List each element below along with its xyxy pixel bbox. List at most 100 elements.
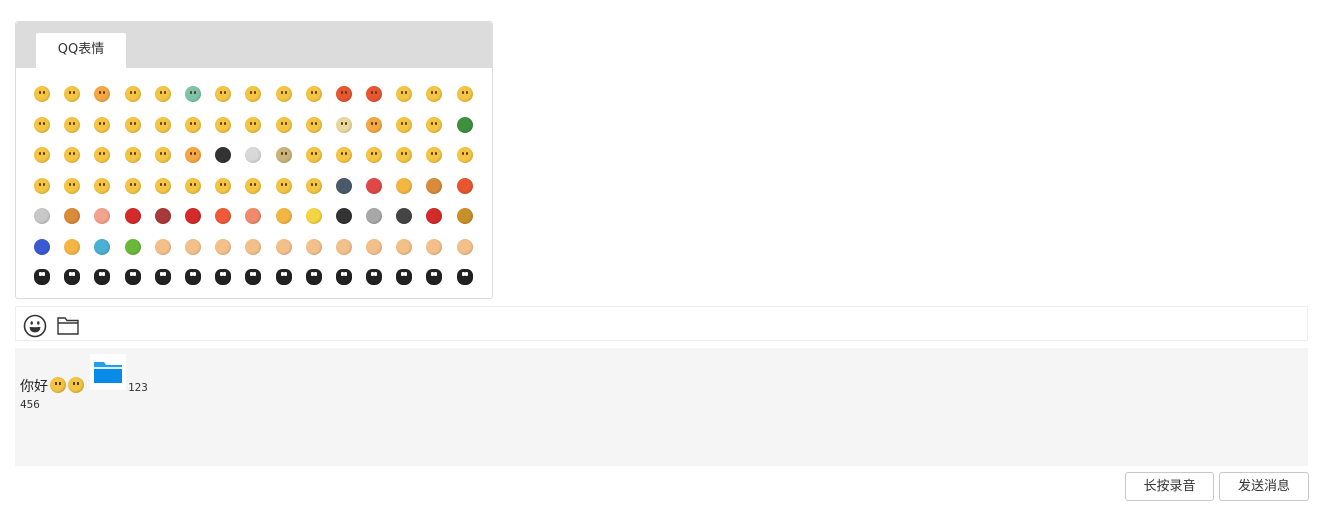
skull-icon[interactable] [238,140,268,170]
snicker-face-icon[interactable] [450,140,480,170]
sun-icon[interactable] [57,232,87,262]
rose-icon[interactable] [118,201,148,231]
penguin-excited-icon[interactable] [269,262,299,292]
cheeky-face-icon[interactable] [208,110,238,140]
penguin-kiss-icon[interactable] [57,262,87,292]
fist-icon[interactable] [329,232,359,262]
angry-red-face-icon[interactable] [329,79,359,109]
pinky-icon[interactable] [359,232,389,262]
heart-icon[interactable] [208,201,238,231]
shy-face-icon[interactable] [57,79,87,109]
dizzy-face-icon[interactable] [148,110,178,140]
scared-face-icon[interactable] [269,171,299,201]
victory-hand-icon[interactable] [238,232,268,262]
puzzled-face-icon[interactable] [269,110,299,140]
wronged-face-icon[interactable] [148,171,178,201]
coffee-icon[interactable] [27,201,57,231]
penguin-kiss2-icon[interactable] [329,262,359,292]
gift-icon[interactable] [87,232,117,262]
struggle-face-icon[interactable] [87,140,117,170]
yawn-face-icon[interactable] [87,171,117,201]
beer-icon[interactable] [389,171,419,201]
heart-eyes-face-icon[interactable] [87,79,117,109]
penguin-taichi-left-icon[interactable] [359,262,389,292]
sweat-wipe-face-icon[interactable] [329,140,359,170]
lips-icon[interactable] [178,201,208,231]
embarrassed-face-icon[interactable] [419,140,449,170]
penguin-jump-icon[interactable] [87,262,117,292]
about-to-cry-face-icon[interactable] [178,171,208,201]
hold-to-record-button[interactable]: 长按录音 [1125,472,1214,501]
penguin-taichi-right-icon[interactable] [389,262,419,292]
cry-face-icon[interactable] [299,79,329,109]
wilted-flower-icon[interactable] [148,201,178,231]
handshake-icon[interactable] [208,232,238,262]
ping-pong-icon[interactable] [450,171,480,201]
sad-face-icon[interactable] [27,110,57,140]
hug-icon[interactable] [118,232,148,262]
broken-heart-icon[interactable] [238,201,268,231]
penguin-love-icon[interactable] [27,262,57,292]
folder-icon[interactable] [56,314,80,338]
lightning-icon[interactable] [299,201,329,231]
panda-icon[interactable] [208,140,238,170]
shh-face-icon[interactable] [118,140,148,170]
nervous-face-icon[interactable] [238,110,268,140]
penguin-bow-icon[interactable] [450,262,480,292]
kiss-face-icon[interactable] [238,171,268,201]
pick-nose-face-icon[interactable] [359,140,389,170]
cake-icon[interactable] [269,201,299,231]
right-hum-face-icon[interactable] [57,171,87,201]
bye-face-icon[interactable] [299,140,329,170]
penguin-wave-icon[interactable] [419,262,449,292]
ok-hand-icon[interactable] [450,232,480,262]
rice-bowl-icon[interactable] [57,201,87,231]
thumbs-up-icon[interactable] [148,232,178,262]
clap-face-icon[interactable] [389,140,419,170]
penguin-shiver-icon[interactable] [118,262,148,292]
silent-face-icon[interactable] [238,79,268,109]
penguin-kowtow-icon[interactable] [208,262,238,292]
send-message-button[interactable]: 发送消息 [1219,472,1309,501]
sly-face-icon[interactable] [208,171,238,201]
shy-blush-face-icon[interactable] [208,79,238,109]
pig-head-icon[interactable] [87,201,117,231]
attached-file[interactable] [90,354,126,390]
furious-face-icon[interactable] [359,79,389,109]
dagger-icon[interactable] [359,201,389,231]
penguin-fire-icon[interactable] [148,262,178,292]
grin-face-icon[interactable] [419,79,449,109]
bomb-icon[interactable] [329,201,359,231]
smile-face-icon[interactable] [27,79,57,109]
blank-face-icon[interactable] [329,110,359,140]
cover-mouth-face-icon[interactable] [178,110,208,140]
wink-face-icon[interactable] [389,110,419,140]
basketball-icon[interactable] [419,171,449,201]
watermelon-icon[interactable] [359,171,389,201]
surprised-face-icon[interactable] [118,79,148,109]
amazed-face-icon[interactable] [450,79,480,109]
headband-face-icon[interactable] [27,140,57,170]
penguin-dance-icon[interactable] [299,262,329,292]
pitiful-face-icon[interactable] [299,171,329,201]
fearful-face-icon[interactable] [359,110,389,140]
smiley-icon[interactable] [23,314,47,338]
fist-salute-icon[interactable] [269,232,299,262]
laugh-face-icon[interactable] [419,110,449,140]
turtle-icon[interactable] [450,110,480,140]
ladybug-icon[interactable] [419,201,449,231]
penguin-spin-icon[interactable] [178,262,208,292]
disdain-face-icon[interactable] [118,171,148,201]
poop-icon[interactable] [450,201,480,231]
kitchen-knife-icon[interactable] [329,171,359,201]
tongue-face-icon[interactable] [389,79,419,109]
hammer-face-icon[interactable] [269,140,299,170]
penguin-turn-icon[interactable] [238,262,268,292]
spiral-eyes-face-icon[interactable] [148,140,178,170]
distressed-face-icon[interactable] [178,140,208,170]
soccer-icon[interactable] [389,201,419,231]
beckon-icon[interactable] [299,232,329,262]
scream-face-icon[interactable] [118,110,148,140]
drool-face-icon[interactable] [57,140,87,170]
no-hand-icon[interactable] [419,232,449,262]
